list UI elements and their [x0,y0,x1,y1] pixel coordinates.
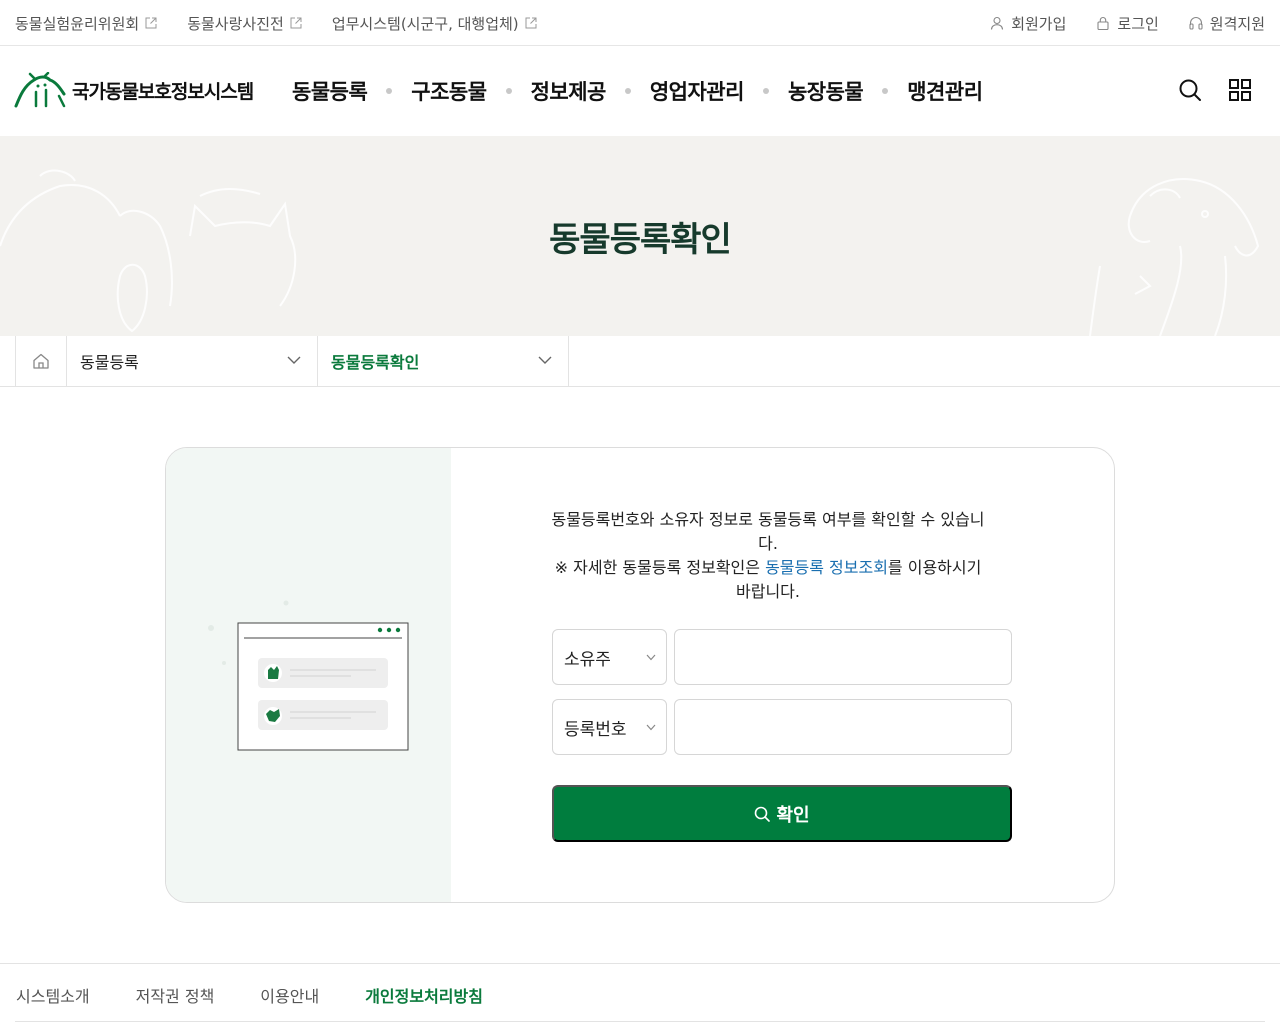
utility-links-left: 동물실험윤리위원회 동물사랑사진전 업무시스템(시군구, 대행업체) [15,0,567,46]
description-line1: 동물등록번호와 소유자 정보로 동물등록 여부를 확인할 수 있습니다. [551,510,985,553]
signup-link[interactable]: 회원가입 [990,13,1066,34]
page-visual-banner: 동물등록확인 [0,136,1280,336]
search-type-select-2[interactable]: 등록번호 [552,699,667,755]
chevron-down-icon [646,654,656,661]
form-description: 동물등록번호와 소유자 정보로 동물등록 여부를 확인할 수 있습니다. ※ 자… [551,508,985,604]
login-link[interactable]: 로그인 [1096,13,1159,34]
chevron-down-icon [287,356,301,364]
nav-separator-dot [386,88,393,94]
search-type-select-1[interactable]: 소유주 [552,629,667,685]
util-link-label: 동물실험윤리위원회 [15,14,140,33]
footer-link-copyright[interactable]: 저작권 정책 [136,983,215,1007]
remote-support-label: 원격지원 [1209,14,1265,33]
headset-icon [1189,17,1203,30]
dog-cat-logo-icon [14,72,66,108]
search-type-select-2-value: 등록번호 [564,719,627,740]
search-type-select-1-value: 소유주 [564,649,611,670]
util-link-animal-ethics[interactable]: 동물실험윤리위원회 [15,13,157,34]
breadcrumb-level2-label: 동물등록확인 [331,353,420,372]
footer: 시스템소개 저작권 정책 이용안내 개인정보처리방침 [0,963,1280,1024]
gnb-item-rescued-animals[interactable]: 구조동물 [411,76,487,106]
confirm-button[interactable]: 확인 [552,785,1012,842]
registration-check-card: 동물등록번호와 소유자 정보로 동물등록 여부를 확인할 수 있습니다. ※ 자… [165,447,1115,903]
signup-label: 회원가입 [1011,14,1067,33]
remote-support-link[interactable]: 원격지원 [1189,13,1265,34]
gnb-item-information[interactable]: 정보제공 [531,76,607,106]
gnb-item-dangerous-dogs[interactable]: 맹견관리 [907,76,983,106]
util-link-work-system[interactable]: 업무시스템(시군구, 대행업체) [332,13,537,34]
browser-pets-illustration [208,600,409,751]
gnb-item-farm-animals[interactable]: 농장동물 [788,76,864,106]
description-line2-prefix: ※ 자세한 동물등록 정보확인은 [554,558,766,577]
home-icon [33,353,49,369]
logo-text: 국가동물보호정보시스템 [72,80,254,103]
registration-number-input[interactable] [674,699,1012,755]
footer-link-privacy-policy[interactable]: 개인정보처리방침 [365,983,483,1007]
nav-separator-dot [624,88,631,94]
util-link-label: 동물사랑사진전 [187,14,284,33]
chevron-down-icon [646,724,656,731]
confirm-button-label: 확인 [776,804,810,825]
user-icon [991,16,1004,30]
card-illustration-panel [166,448,451,902]
page-title: 동물등록확인 [549,220,732,260]
footer-link-usage-guide[interactable]: 이용안내 [260,983,319,1007]
animal-registration-info-link[interactable]: 동물등록 정보조회 [765,558,888,577]
utility-links-right: 회원가입 로그인 원격지원 [960,0,1265,46]
lock-icon [1097,17,1109,30]
global-nav: 동물등록 구조동물 정보제공 영업자관리 농장동물 맹견관리 [292,76,983,106]
search-icon[interactable] [1178,78,1202,102]
check-form-panel: 동물등록번호와 소유자 정보로 동물등록 여부를 확인할 수 있습니다. ※ 자… [451,448,1114,902]
gnb-item-animal-registration[interactable]: 동물등록 [292,76,368,106]
all-menu-grid-icon[interactable] [1228,78,1252,102]
nav-separator-dot [762,88,769,94]
breadcrumb: 동물등록 동물등록확인 [0,336,1280,387]
breadcrumb-level1-label: 동물등록 [80,353,139,372]
gnb-item-business-management[interactable]: 영업자관리 [650,76,745,106]
main-header: 국가동물보호정보시스템 동물등록 구조동물 정보제공 영업자관리 농장동물 맹견… [0,46,1280,136]
breadcrumb-level2-select[interactable]: 동물등록확인 [318,336,569,386]
util-link-photo-contest[interactable]: 동물사랑사진전 [187,13,302,34]
footer-links: 시스템소개 저작권 정책 이용안내 개인정보처리방침 [16,983,529,1007]
login-label: 로그인 [1117,14,1159,33]
external-link-icon [290,17,302,29]
search-icon [755,806,771,822]
footer-divider [15,1021,1265,1022]
nav-separator-dot [882,88,889,94]
site-logo[interactable]: 국가동물보호정보시스템 [14,72,254,108]
breadcrumb-level1-select[interactable]: 동물등록 [67,336,318,386]
util-link-label: 업무시스템(시군구, 대행업체) [331,14,519,33]
external-link-icon [145,17,157,29]
owner-input[interactable] [674,629,1012,685]
chevron-down-icon [538,356,552,364]
nav-separator-dot [505,88,512,94]
utility-bar: 동물실험윤리위원회 동물사랑사진전 업무시스템(시군구, 대행업체) 회원가입 … [0,0,1280,46]
breadcrumb-home[interactable] [15,336,67,386]
external-link-icon [525,17,537,29]
footer-link-system-intro[interactable]: 시스템소개 [16,983,90,1007]
